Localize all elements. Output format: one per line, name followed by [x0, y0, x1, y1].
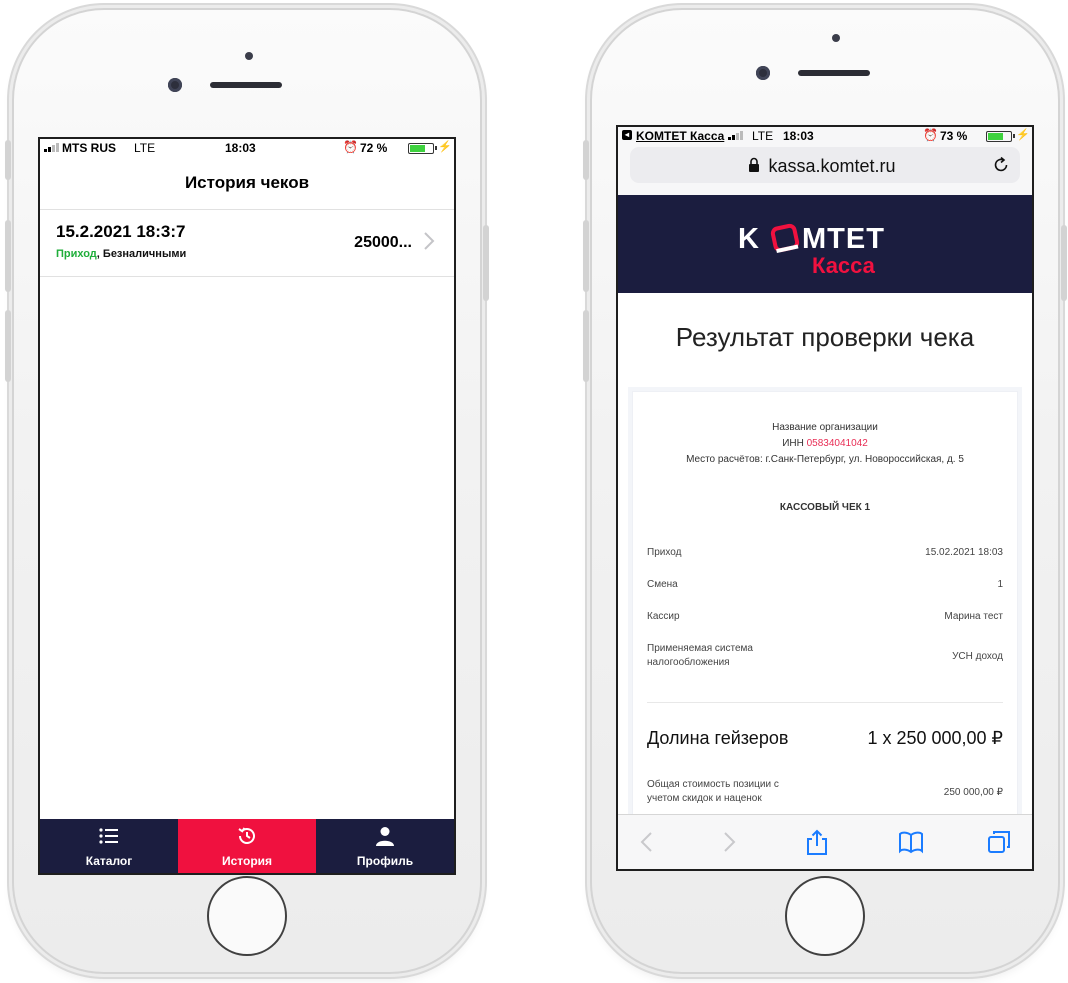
forward-icon[interactable]: [716, 829, 742, 855]
tab-catalog[interactable]: Каталог: [40, 819, 178, 873]
battery-icon: [986, 131, 1015, 142]
front-sensor: [832, 34, 840, 42]
signal-icon: [44, 143, 59, 152]
front-camera: [756, 66, 770, 80]
inn-label: ИНН: [782, 438, 807, 449]
field-value: 15.02.2021 18:03: [925, 547, 1003, 558]
network-label: LTE: [752, 129, 774, 143]
back-icon[interactable]: [634, 829, 660, 855]
field-value: УСН доход: [952, 651, 1003, 662]
silent-switch: [583, 140, 589, 180]
signal-icon: [728, 131, 743, 140]
alarm-icon: ⏰: [923, 128, 938, 142]
field-key: Общая стоимость позиции с учетом скидок …: [647, 779, 779, 804]
front-sensor: [245, 52, 253, 60]
receipt-amount: 25000...: [354, 234, 412, 251]
receipt-type: Приход: [56, 248, 97, 260]
share-icon[interactable]: [804, 829, 830, 855]
back-to-app-link[interactable]: KOMTET Касса: [636, 129, 724, 143]
power-button: [483, 225, 489, 301]
status-time: 18:03: [783, 129, 814, 143]
inn-line: ИНН 05834041042: [633, 438, 1017, 449]
receipt-date: 15.2.2021 18:3:7: [56, 222, 186, 241]
phone-left: MTS RUS LTE 18:03 ⏰ 72 % ⚡ История чеков…: [5, 8, 489, 974]
tab-history[interactable]: История: [178, 819, 316, 873]
item-quantity-price: 1 x 250 000,00 ₽: [867, 728, 1003, 748]
app-screen: MTS RUS LTE 18:03 ⏰ 72 % ⚡ История чеков…: [38, 137, 456, 875]
tab-profile[interactable]: Профиль: [316, 819, 454, 873]
phone-right: ◂ KOMTET Касса LTE 18:03 ⏰ 73 % ⚡ kassa.…: [583, 8, 1067, 974]
battery-icon: [408, 143, 437, 154]
front-camera: [168, 78, 182, 92]
list-icon: [99, 828, 118, 844]
inn-value[interactable]: 05834041042: [807, 438, 868, 449]
org-name: Название организации: [772, 422, 878, 433]
charging-icon: ⚡: [438, 141, 452, 153]
volume-up-button: [583, 220, 589, 292]
field-value: Марина тест: [944, 611, 1003, 622]
field-key: Смена: [647, 579, 678, 590]
receipt-subtitle: Приход, Безналичными: [56, 248, 186, 260]
browser-bottom-bar: [618, 814, 1032, 869]
status-time: 18:03: [225, 141, 256, 155]
settlement-place: Место расчётов: г.Санк-Петербург, ул. Но…: [686, 454, 964, 465]
tab-profile-label: Профиль: [356, 854, 414, 868]
volume-down-button: [583, 310, 589, 382]
history-icon: [238, 827, 255, 844]
silent-switch: [5, 140, 11, 180]
page-title: История чеков: [184, 173, 310, 192]
battery-percent: 73 %: [940, 129, 968, 143]
power-button: [1061, 225, 1067, 301]
bookmarks-icon[interactable]: [898, 829, 924, 855]
network-label: LTE: [134, 141, 156, 155]
logo-mark-icon: [770, 223, 800, 253]
alarm-icon: ⏰: [343, 140, 358, 154]
item-name: Долина гейзеров: [647, 728, 789, 748]
receipt-card: Название организации ИНН 05834041042 Мес…: [632, 391, 1018, 833]
volume-up-button: [5, 220, 11, 292]
reload-icon[interactable]: [992, 156, 1010, 174]
receipt-row[interactable]: 15.2.2021 18:3:7 Приход, Безналичными 25…: [40, 209, 454, 277]
field-value: 1: [997, 579, 1003, 590]
status-bar: MTS RUS LTE 18:03 ⏰ 72 % ⚡: [40, 139, 454, 157]
chevron-right-icon: [424, 232, 435, 250]
brand-header: K MTET Касса: [618, 195, 1032, 293]
page-title: Результат проверки чека: [675, 322, 975, 352]
home-button[interactable]: [785, 876, 865, 956]
url-text: kassa.komtet.ru: [768, 156, 896, 176]
home-button[interactable]: [207, 876, 287, 956]
field-key: Приход: [647, 547, 682, 558]
battery-percent: 72 %: [360, 141, 388, 155]
tab-bar: Каталог История Профиль: [40, 819, 454, 873]
brand-k: K: [738, 223, 760, 255]
back-app-icon[interactable]: ◂: [622, 130, 632, 140]
tab-history-label: История: [221, 854, 273, 868]
divider: [647, 702, 1003, 703]
browser-screen: ◂ KOMTET Касса LTE 18:03 ⏰ 73 % ⚡ kassa.…: [616, 125, 1034, 871]
address-bar[interactable]: kassa.komtet.ru: [630, 147, 1020, 183]
tab-catalog-label: Каталог: [85, 854, 133, 868]
earpiece-speaker: [798, 70, 870, 76]
receipt-payment: , Безналичными: [96, 248, 187, 260]
field-value: 250 000,00 ₽: [943, 787, 1003, 798]
receipt-title: КАССОВЫЙ ЧЕК 1: [779, 502, 871, 513]
earpiece-speaker: [210, 82, 282, 88]
field-key: Кассир: [647, 611, 680, 622]
carrier-label: MTS RUS: [62, 141, 116, 155]
person-icon: [376, 827, 394, 846]
field-key: Применяемая система налогообложения: [647, 643, 753, 668]
tabs-icon[interactable]: [986, 829, 1012, 855]
status-bar: ◂ KOMTET Касса LTE 18:03 ⏰ 73 % ⚡: [618, 127, 1032, 145]
brand-mtet: MTET: [802, 223, 885, 255]
volume-down-button: [5, 310, 11, 382]
brand-kassa: Касса: [812, 253, 875, 278]
charging-icon: ⚡: [1016, 129, 1030, 141]
